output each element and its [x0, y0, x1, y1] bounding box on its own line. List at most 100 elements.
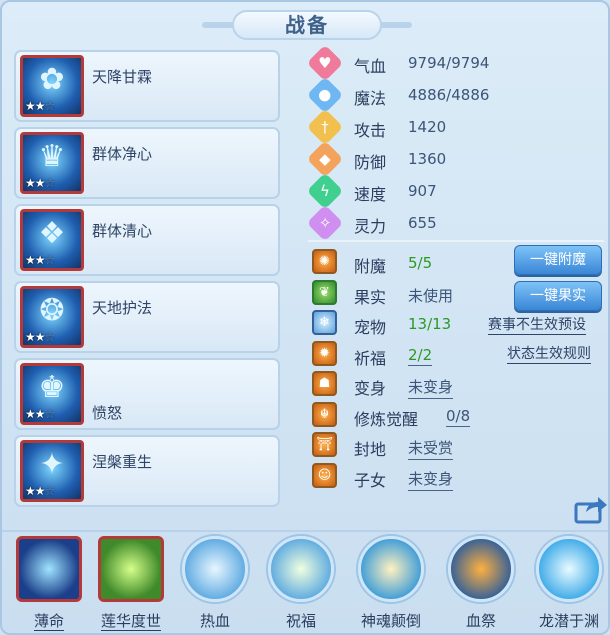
mana-icon: ● — [306, 76, 344, 114]
skill-card[interactable]: ✦ ★★☆ 涅槃重生 — [14, 435, 280, 507]
skill-list: ✿ ★★☆ 天降甘霖 ♛ ★★☆ 群体净心 ❖ ★★☆ 群体清心 ❂ ★★☆ 天… — [14, 50, 282, 512]
bottom-skill-slot[interactable]: 薄命 — [9, 536, 89, 633]
skill-stars: ★★☆ — [25, 484, 55, 498]
bottom-skill-slot[interactable]: 血祭 — [441, 536, 521, 633]
status-label: 附魔 — [354, 257, 387, 276]
status-label: 变身 — [354, 379, 387, 398]
skill-stars: ★★☆ — [25, 253, 55, 267]
skill-name: 天地护法 — [92, 299, 153, 317]
swirl-guardian-icon: ❂ ★★☆ — [20, 286, 84, 348]
rain-flower-icon: ✿ ★★☆ — [20, 55, 84, 117]
skill-card[interactable]: ✿ ★★☆ 天降甘霖 — [14, 50, 280, 122]
transform-icon: ☗ — [312, 371, 337, 396]
attr-defense: ◆ 防御 1360 — [306, 140, 592, 178]
heart-icon: ♥ — [306, 44, 344, 82]
child-icon: ☺ — [312, 462, 337, 488]
status-transform[interactable]: ☗ 变身 未变身 — [312, 369, 607, 400]
bottom-skill-label: 血祭 — [465, 612, 496, 630]
status-child[interactable]: ☺ 子女 未变身 — [312, 461, 607, 492]
dragon-icon — [536, 536, 602, 602]
skill-stars: ★★☆ — [25, 407, 55, 421]
skill-card[interactable]: ❂ ★★☆ 天地护法 — [14, 281, 280, 353]
pray-icon: ✹ — [312, 340, 337, 366]
status-label: 修炼觉醒 — [354, 409, 419, 429]
winged-crest-icon: ❖ ★★☆ — [20, 209, 84, 271]
spin-soul-icon — [358, 536, 424, 602]
rules-link[interactable]: 状态生效规则 — [507, 345, 591, 364]
fief-icon: ⛩ — [312, 432, 337, 457]
status-cultivation[interactable]: ☬ 修炼觉醒 0/8 — [312, 400, 607, 431]
armored-head-icon: ♛ ★★☆ — [20, 132, 84, 194]
skill-name: 愤怒 — [92, 404, 123, 422]
bottom-skill-slot[interactable]: 龙潜于渊 — [529, 536, 608, 633]
cultivation-icon: ☬ — [312, 401, 337, 427]
bottom-skill-label: 龙潜于渊 — [538, 612, 599, 630]
attr-label: 气血 — [354, 57, 387, 76]
preset-link[interactable]: 赛事不生效预设 — [488, 316, 586, 335]
fruit-icon: ❦ — [312, 279, 337, 305]
spirit-icon: ✧ — [306, 204, 344, 242]
skill-card[interactable]: ❖ ★★☆ 群体清心 — [14, 204, 280, 276]
attr-label: 攻击 — [354, 121, 387, 140]
panel-header: 战备 — [202, 6, 412, 42]
enchant-icon: ✺ — [312, 249, 337, 274]
attribute-list: ♥ 气血 9794/9794 ● 魔法 4886/4886 † 攻击 1420 … — [306, 44, 592, 242]
attr-label: 魔法 — [354, 89, 387, 108]
pet-icon: ❄ — [312, 310, 337, 335]
shield-icon: ◆ — [306, 140, 344, 178]
status-label: 子女 — [354, 470, 387, 490]
warrior-icon — [182, 536, 248, 602]
status-label: 果实 — [354, 287, 387, 307]
bottom-skill-slot[interactable]: 热血 — [175, 536, 255, 633]
blood-sacrifice-icon — [448, 536, 514, 602]
status-value[interactable]: 未变身 — [408, 376, 454, 399]
skill-stars: ★★☆ — [25, 176, 55, 190]
attr-value: 1360 — [408, 150, 447, 168]
share-icon[interactable] — [574, 496, 608, 524]
attr-label: 灵力 — [354, 217, 387, 236]
status-value[interactable]: 2/2 — [408, 346, 433, 366]
bottom-skill-label: 神魂颠倒 — [360, 612, 421, 630]
skill-card[interactable]: ♚ ★★☆ 愤怒 — [14, 358, 280, 430]
attr-value: 9794/9794 — [408, 54, 490, 72]
status-value: 未使用 — [408, 286, 454, 305]
attr-value: 907 — [408, 182, 437, 200]
status-fief[interactable]: ⛩ 封地 未受赏 — [312, 430, 607, 461]
bottom-skill-slot[interactable]: 神魂颠倒 — [351, 536, 431, 633]
bottom-skill-label: 祝福 — [285, 612, 316, 630]
skill-name: 群体净心 — [92, 145, 153, 163]
one-click-enchant-button[interactable]: 一键附魔 — [514, 245, 602, 275]
skill-stars: ★★☆ — [25, 99, 55, 113]
rebirth-phoenix-icon: ✦ ★★☆ — [20, 440, 84, 502]
bottom-skill-slot[interactable]: 祝福 — [261, 536, 341, 633]
attr-value: 1420 — [408, 118, 447, 136]
attr-attack: † 攻击 1420 — [306, 108, 592, 146]
bottom-skill-label: 薄命 — [33, 612, 64, 631]
crown-flame-icon: ♚ ★★☆ — [20, 363, 84, 425]
bottom-skill-label: 莲华度世 — [100, 612, 161, 631]
status-label: 宠物 — [354, 318, 387, 337]
skill-name: 天降甘霖 — [92, 68, 153, 86]
skill-name: 群体清心 — [92, 222, 153, 240]
status-value: 5/5 — [408, 254, 433, 272]
status-value[interactable]: 未受赏 — [408, 437, 454, 460]
bottom-skill-slot[interactable]: 莲华度世 — [91, 536, 171, 633]
attr-value: 4886/4886 — [408, 86, 490, 104]
status-value[interactable]: 未变身 — [408, 468, 454, 491]
attr-mp: ● 魔法 4886/4886 — [306, 76, 592, 114]
lightning-icon: ϟ — [306, 172, 344, 210]
bottom-skill-bar: 薄命 莲华度世 热血 祝福 神魂颠倒 血祭 龙潜于渊 — [2, 530, 608, 633]
attr-spirit: ✧ 灵力 655 — [306, 204, 592, 242]
attr-hp: ♥ 气血 9794/9794 — [306, 44, 592, 82]
bottom-skill-label: 热血 — [199, 612, 230, 630]
status-label: 祈福 — [354, 348, 387, 368]
attr-value: 655 — [408, 214, 437, 232]
skill-stars: ★★☆ — [25, 330, 55, 344]
battle-prep-panel: 战备 ✿ ★★☆ 天降甘霖 ♛ ★★☆ 群体净心 ❖ ★★☆ 群体清心 ❂ ★★… — [0, 0, 610, 635]
sword-icon: † — [306, 108, 344, 146]
blue-orb-icon — [16, 536, 82, 602]
status-value[interactable]: 0/8 — [446, 407, 471, 427]
attr-label: 防御 — [354, 153, 387, 172]
skill-card[interactable]: ♛ ★★☆ 群体净心 — [14, 127, 280, 199]
one-click-fruit-button[interactable]: 一键果实 — [514, 281, 602, 311]
